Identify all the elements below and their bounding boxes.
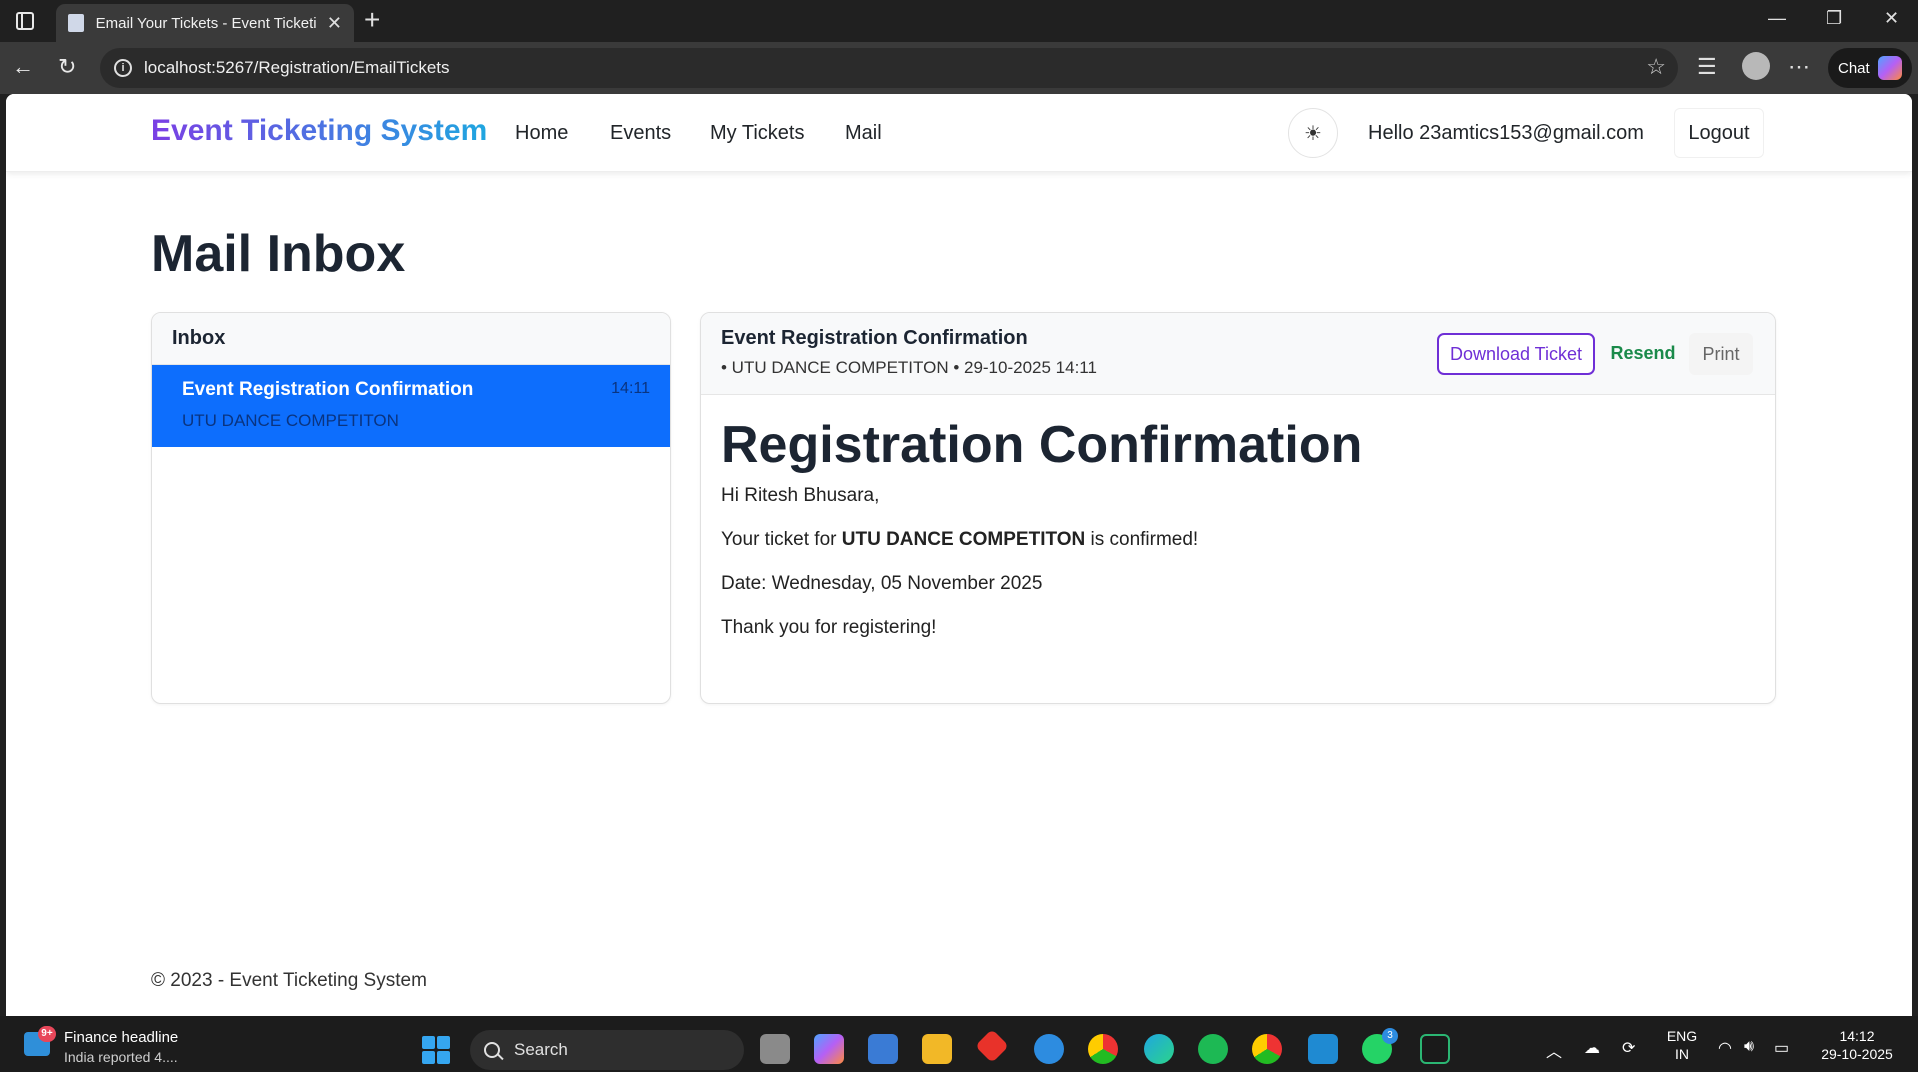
sidebar-toggle-icon[interactable]: [16, 12, 34, 30]
page-viewport: Event Ticketing System Home Events My Ti…: [6, 94, 1912, 1016]
battery-icon[interactable]: ▭: [1774, 1038, 1789, 1058]
page-favicon-icon: [68, 14, 84, 32]
download-ticket-button[interactable]: Download Ticket: [1437, 333, 1595, 375]
mail-item-subject: Event Registration Confirmation: [182, 379, 474, 400]
footer-copyright: © 2023 - Event Ticketing System: [151, 970, 427, 991]
address-bar[interactable]: i localhost:5267/Registration/EmailTicke…: [100, 48, 1678, 88]
chrome-icon[interactable]: [1088, 1034, 1118, 1064]
url-text: localhost:5267/Registration/EmailTickets: [144, 58, 450, 77]
vscode-icon[interactable]: [1308, 1034, 1338, 1064]
clock-date: 29-10-2025: [1821, 1046, 1893, 1062]
nav-link-home[interactable]: Home: [515, 122, 568, 145]
help-icon[interactable]: [1034, 1034, 1064, 1064]
message-subject: Event Registration Confirmation: [721, 327, 1028, 349]
task-view-icon[interactable]: [760, 1034, 790, 1064]
language-top[interactable]: ENG: [1664, 1028, 1700, 1044]
news-subtitle: India reported 4....: [64, 1049, 178, 1065]
mail-list-item[interactable]: Event Registration Confirmation UTU DANC…: [152, 365, 670, 447]
clock-time[interactable]: 14:12: [1812, 1028, 1902, 1044]
page-title: Mail Inbox: [151, 225, 406, 283]
mail-item-event: UTU DANCE COMPETITON: [182, 411, 399, 430]
nav-link-my-tickets[interactable]: My Tickets: [710, 122, 804, 145]
message-body: Registration Confirmation Hi Ritesh Bhus…: [701, 395, 1775, 659]
chrome-profile-icon[interactable]: [1252, 1034, 1282, 1064]
volume-icon[interactable]: 🔊︎: [1744, 1038, 1754, 1056]
favorite-star-icon[interactable]: ☆: [1646, 54, 1666, 80]
file-explorer-icon[interactable]: [922, 1034, 952, 1064]
theme-toggle-button[interactable]: ☀: [1288, 108, 1338, 158]
os-taskbar: 9+ Finance headline India reported 4....…: [0, 1016, 1918, 1072]
confirmation-event-name: UTU DANCE COMPETITON: [841, 529, 1086, 550]
news-badge: 9+: [38, 1026, 56, 1042]
spotify-icon[interactable]: [1198, 1034, 1228, 1064]
profile-avatar-icon[interactable]: [1742, 52, 1770, 80]
mail-item-time: 14:11: [611, 380, 650, 397]
brand-link[interactable]: Event Ticketing System: [151, 114, 487, 148]
search-label: Search: [514, 1040, 568, 1059]
message-panel: Event Registration Confirmation • UTU DA…: [700, 312, 1776, 704]
nav-link-mail[interactable]: Mail: [845, 122, 882, 145]
message-date-line: Date: Wednesday, 05 November 2025: [721, 573, 1043, 594]
terminal-icon[interactable]: [1420, 1034, 1450, 1064]
back-icon[interactable]: ←: [12, 54, 34, 80]
tab-title: Email Your Tickets - Event Ticketin: [95, 14, 317, 32]
message-meta: • UTU DANCE COMPETITON • 29-10-2025 14:1…: [721, 358, 1097, 377]
confirmation-prefix: Your ticket for: [721, 529, 842, 550]
window-close-icon[interactable]: ✕: [1884, 8, 1899, 29]
browser-tabstrip: Email Your Tickets - Event Ticketin ✕ + …: [0, 0, 1918, 42]
message-greeting: Hi Ritesh Bhusara,: [721, 485, 880, 506]
more-menu-icon[interactable]: ⋯: [1788, 54, 1810, 80]
whatsapp-badge: 3: [1382, 1028, 1398, 1044]
minimize-icon[interactable]: —: [1768, 8, 1786, 29]
git-icon[interactable]: [975, 1029, 1009, 1063]
sun-icon: ☀: [1304, 122, 1322, 145]
inbox-panel: Inbox Event Registration Confirmation UT…: [151, 312, 671, 704]
resend-button[interactable]: Resend: [1607, 333, 1679, 373]
print-button[interactable]: Print: [1689, 333, 1753, 375]
search-icon: [484, 1042, 500, 1058]
message-heading: Registration Confirmation: [721, 416, 1363, 474]
edge-icon[interactable]: [1144, 1034, 1174, 1064]
chat-label: Chat: [1838, 59, 1870, 77]
favorites-icon[interactable]: ☰: [1697, 54, 1717, 80]
start-menu-icon[interactable]: [422, 1036, 450, 1064]
site-info-icon[interactable]: i: [114, 59, 132, 77]
browser-tab[interactable]: Email Your Tickets - Event Ticketin ✕: [56, 4, 354, 42]
tray-overflow-icon[interactable]: ︿: [1546, 1038, 1562, 1062]
copilot-app-icon[interactable]: [814, 1034, 844, 1064]
browser-toolbar: ← ↻ i localhost:5267/Registration/EmailT…: [0, 42, 1918, 94]
confirmation-suffix: is confirmed!: [1085, 529, 1199, 550]
app-navbar: Event Ticketing System Home Events My Ti…: [6, 94, 1912, 172]
restore-icon[interactable]: ❐: [1826, 8, 1842, 29]
nav-link-events[interactable]: Events: [610, 122, 671, 145]
wifi-icon[interactable]: ◠: [1718, 1038, 1732, 1058]
chat-button[interactable]: Chat: [1828, 48, 1912, 88]
message-thanks: Thank you for registering!: [721, 617, 937, 638]
copilot-icon: [1877, 56, 1902, 80]
language-bottom: IN: [1675, 1046, 1689, 1062]
store-icon[interactable]: [868, 1034, 898, 1064]
onedrive-icon[interactable]: ☁: [1584, 1038, 1600, 1058]
message-header: Event Registration Confirmation • UTU DA…: [701, 313, 1775, 395]
user-greeting[interactable]: Hello 23amtics153@gmail.com: [1368, 122, 1644, 145]
inbox-header: Inbox: [152, 313, 670, 365]
taskbar-search[interactable]: Search: [470, 1030, 744, 1070]
news-title[interactable]: Finance headline: [64, 1029, 178, 1046]
message-confirmation-line: Your ticket for UTU DANCE COMPETITON is …: [721, 529, 1755, 551]
logout-button[interactable]: Logout: [1674, 108, 1764, 158]
sync-icon[interactable]: ⟳: [1622, 1038, 1635, 1058]
reload-icon[interactable]: ↻: [58, 54, 76, 80]
close-tab-icon[interactable]: ✕: [327, 13, 342, 34]
new-tab-icon[interactable]: +: [364, 4, 380, 36]
